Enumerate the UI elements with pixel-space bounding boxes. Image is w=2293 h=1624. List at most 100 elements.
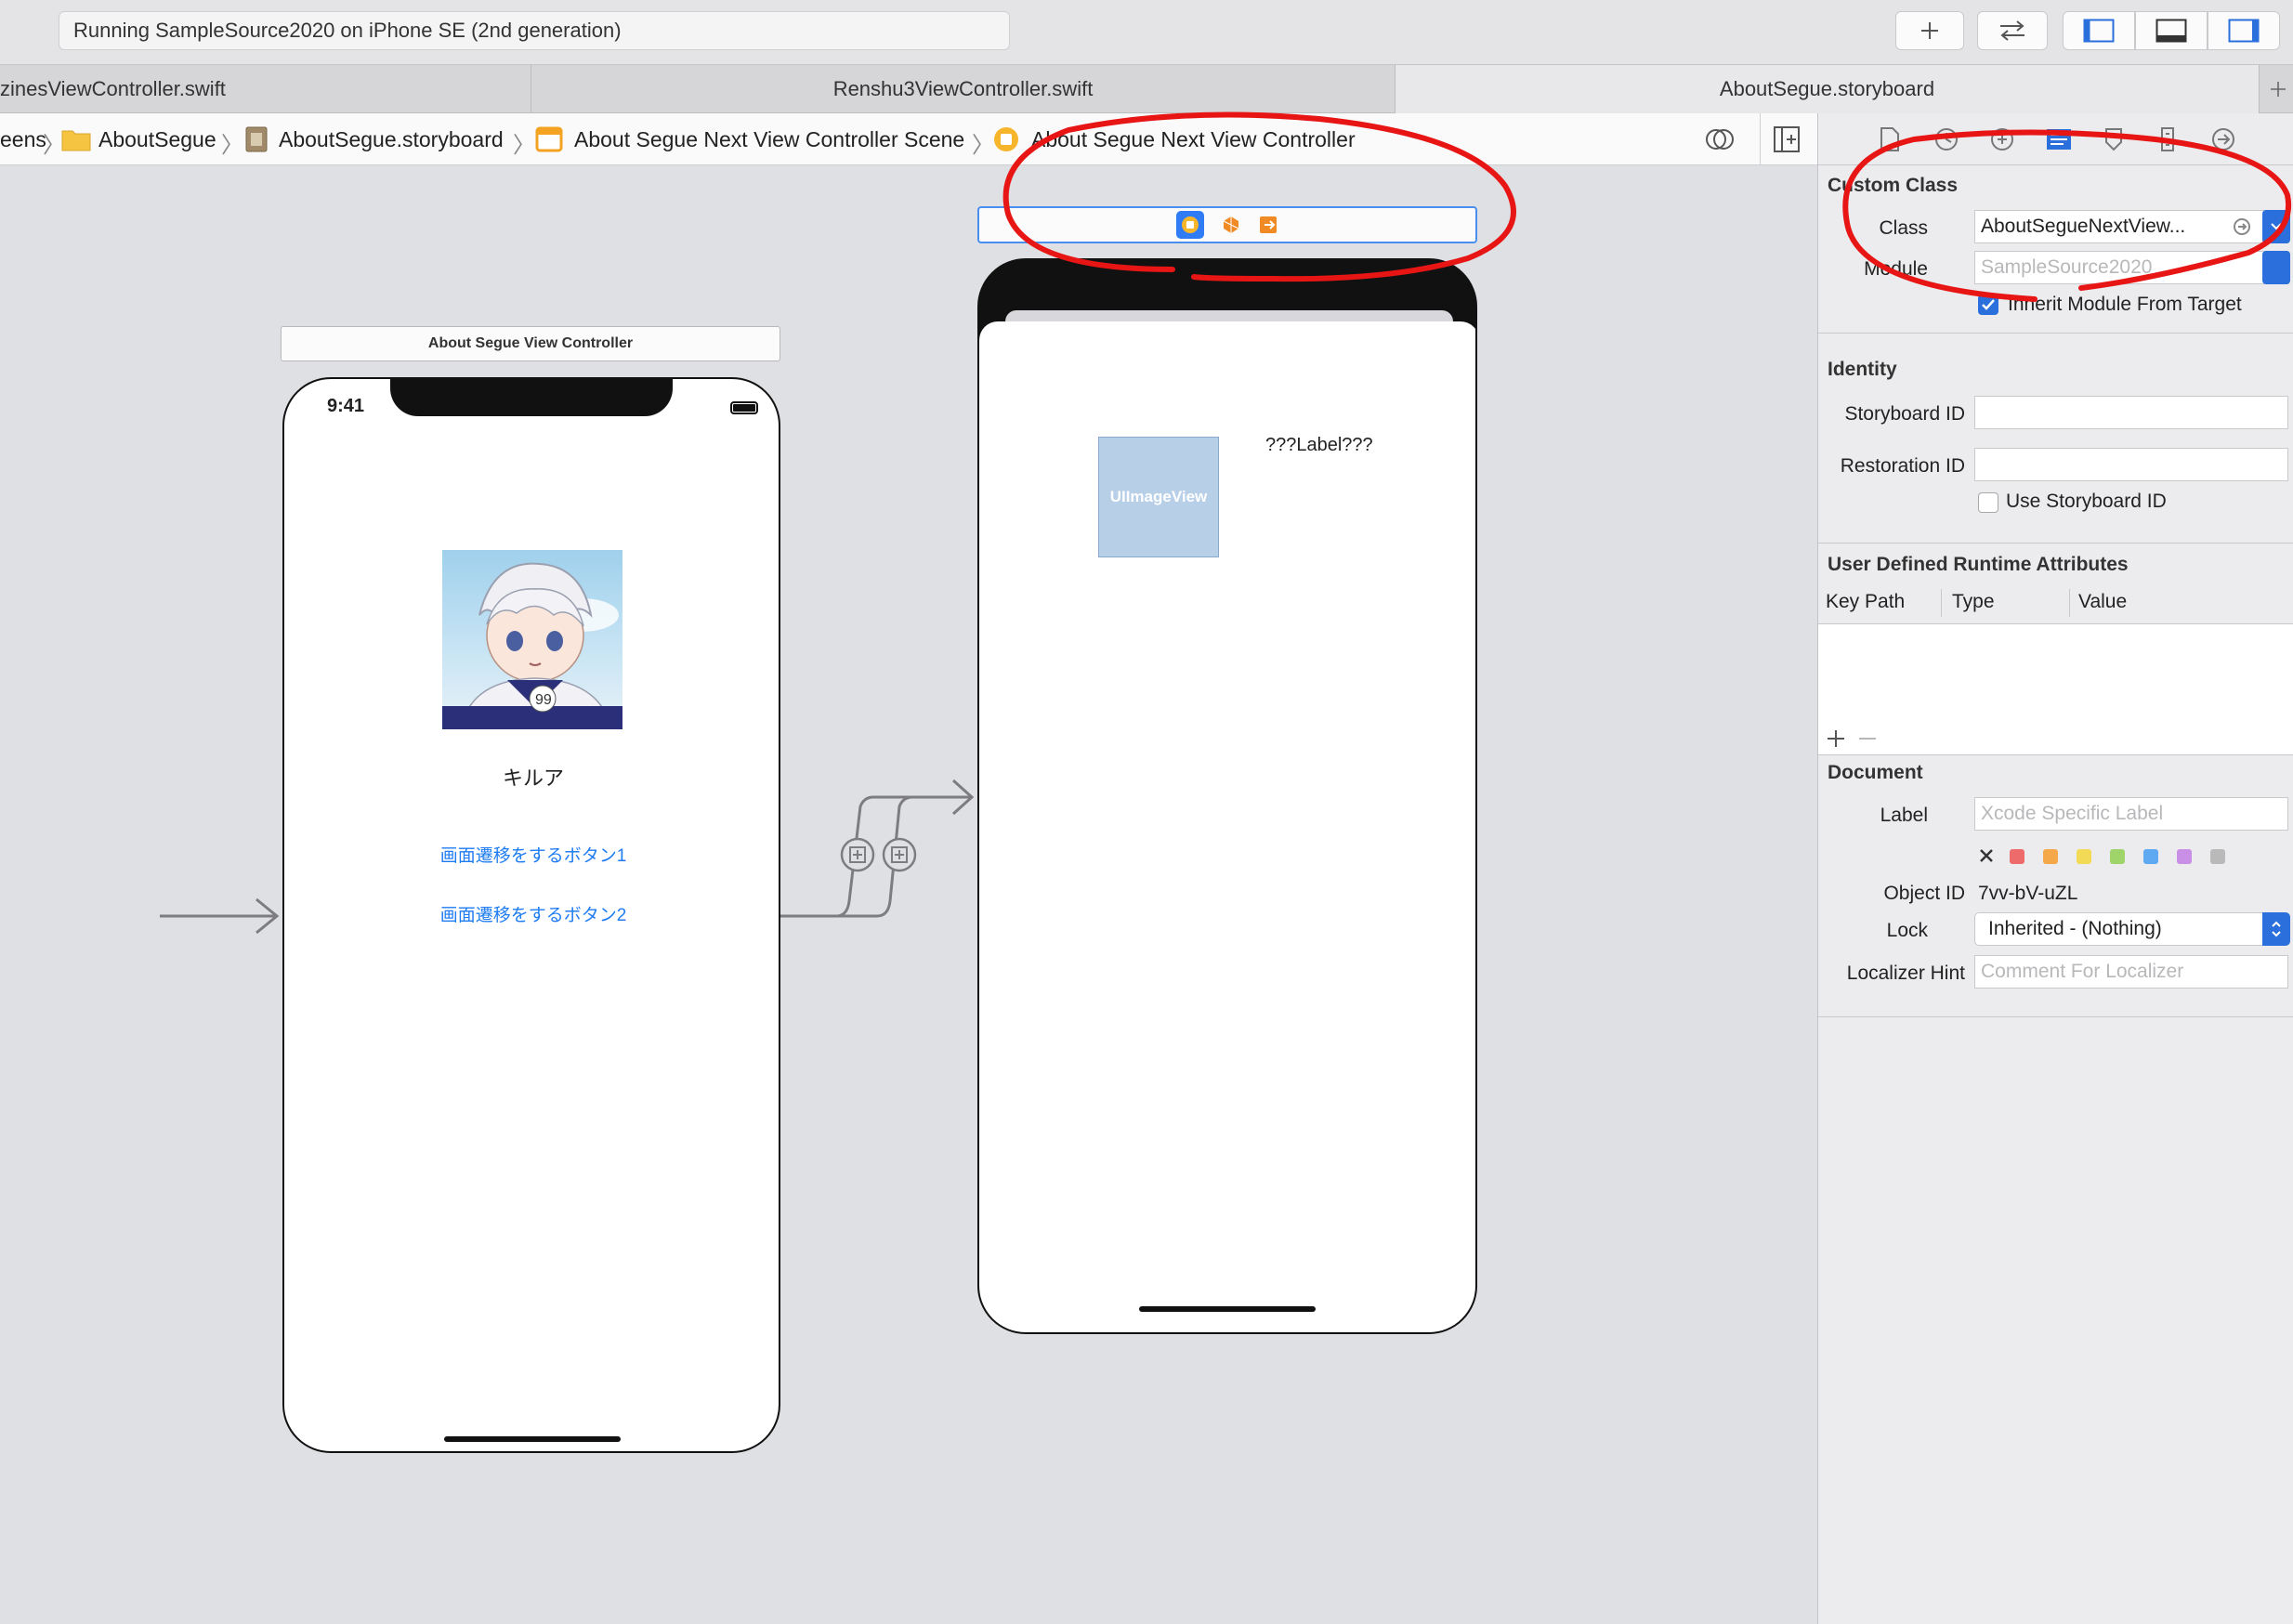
- breadcrumb-label: About Segue Next View Controller: [1031, 127, 1356, 151]
- toggle-debug-area-button[interactable]: [2135, 11, 2208, 50]
- use-storyboard-id-label: Use Storyboard ID: [2006, 491, 2167, 512]
- breadcrumb-storyboard[interactable]: AboutSegue.storyboard: [245, 113, 504, 165]
- debug-panel-icon: [2155, 19, 2187, 43]
- tab-magazines-swift[interactable]: zinesViewController.swift: [0, 65, 531, 113]
- add-library-button[interactable]: [1895, 11, 1964, 50]
- tab-aboutsegue-storyboard[interactable]: AboutSegue.storyboard: [1395, 65, 2260, 113]
- section-title-custom-class: Custom Class: [1828, 175, 1959, 196]
- segue-icon[interactable]: [840, 837, 875, 872]
- main-toolbar: Running SampleSource2020 on iPhone SE (2…: [0, 0, 2293, 65]
- navigator-panel-icon: [2083, 19, 2115, 43]
- history-icon[interactable]: [1933, 126, 1959, 152]
- toggle-navigator-button[interactable]: [2063, 11, 2135, 50]
- label-color-swatch[interactable]: [2210, 849, 2225, 864]
- breadcrumb-group[interactable]: eens: [0, 113, 46, 165]
- runtime-attributes-header: Key Path Type Value: [1818, 582, 2293, 624]
- tab-renshu3-swift[interactable]: Renshu3ViewController.swift: [531, 65, 1395, 113]
- overlapping-circles-icon: [1706, 129, 1734, 150]
- xcode-label-placeholder: Xcode Specific Label: [1981, 803, 2164, 824]
- object-id-value: 7vv-bV-uZL: [1978, 883, 2078, 904]
- segue-connections: [160, 779, 975, 935]
- inherit-module-label: Inherit Module From Target: [2008, 294, 2242, 315]
- identity-inspector-icon[interactable]: [2045, 126, 2073, 152]
- attributes-inspector-icon[interactable]: [2103, 126, 2125, 152]
- scene-icon: [535, 126, 563, 152]
- quick-help-icon[interactable]: [1989, 126, 2015, 152]
- view-controller-icon: [994, 127, 1018, 151]
- chevron-right-icon: 〉: [972, 133, 994, 158]
- class-dropdown-button[interactable]: [2262, 210, 2290, 243]
- breadcrumb-label: AboutSegue: [98, 127, 216, 151]
- checkmark-icon: [1982, 299, 1995, 310]
- xcode-label-field[interactable]: Xcode Specific Label: [1974, 797, 2288, 831]
- add-editor-button[interactable]: [1773, 125, 1801, 159]
- swap-arrows-icon: [2000, 20, 2024, 41]
- chevron-down-icon: [2271, 223, 2282, 230]
- new-tab-button[interactable]: [2263, 65, 2293, 113]
- inherit-module-checkbox[interactable]: [1978, 295, 1998, 315]
- divider: [1818, 1016, 2293, 1017]
- object-id-label: Object ID: [1883, 883, 1965, 904]
- restoration-id-field[interactable]: [1974, 448, 2288, 481]
- column-header-value[interactable]: Value: [2078, 591, 2127, 613]
- localizer-hint-field[interactable]: Comment For Localizer: [1974, 955, 2288, 989]
- label-color-swatch[interactable]: [2110, 849, 2125, 864]
- tab-label: AboutSegue.storyboard: [1719, 77, 1935, 100]
- runtime-attributes-footer: [1818, 721, 2293, 754]
- localizer-hint-label: Localizer Hint: [1846, 963, 1965, 984]
- label-color-swatch[interactable]: [2143, 849, 2158, 864]
- section-title-identity: Identity: [1828, 359, 1897, 380]
- file-inspector-icon[interactable]: [1880, 126, 1900, 152]
- lock-label: Lock: [1886, 920, 1928, 941]
- tab-label: zinesViewController.swift: [0, 77, 226, 100]
- segue-icon[interactable]: [882, 837, 917, 872]
- size-inspector-icon[interactable]: [2158, 126, 2177, 152]
- folder-icon: [61, 130, 91, 151]
- lock-popup[interactable]: Inherited - (Nothing): [1974, 912, 2288, 946]
- swap-editor-button[interactable]: [1977, 11, 2048, 50]
- module-dropdown-button[interactable]: [2262, 251, 2290, 284]
- arrow-circle-right-icon[interactable]: [2233, 217, 2251, 236]
- minus-icon[interactable]: [1857, 728, 1878, 749]
- related-items-button[interactable]: [1704, 125, 1736, 159]
- breadcrumb-scene[interactable]: About Segue Next View Controller Scene: [535, 113, 964, 165]
- toggle-inspector-button[interactable]: [2208, 11, 2280, 50]
- localizer-hint-placeholder: Comment For Localizer: [1981, 961, 2184, 982]
- chevron-right-icon: 〉: [221, 133, 243, 158]
- column-header-key-path[interactable]: Key Path: [1826, 591, 1905, 613]
- class-value: AboutSegueNextView...: [1981, 216, 2186, 237]
- plus-icon[interactable]: [1826, 728, 1846, 749]
- chevron-right-icon: 〉: [513, 133, 535, 158]
- label-color-swatch[interactable]: [2010, 849, 2024, 864]
- storyboard-canvas[interactable]: About Segue View Controller 9:41 99 キルア …: [0, 165, 1817, 1624]
- chevron-updown-icon: [2272, 921, 2281, 937]
- lock-stepper[interactable]: [2262, 912, 2290, 946]
- doc-label-label: Label: [1880, 805, 1928, 826]
- clear-color-icon[interactable]: [1978, 847, 1995, 864]
- plus-icon: [2271, 82, 2286, 97]
- module-field[interactable]: SampleSource2020: [1974, 251, 2288, 284]
- label-color-swatch[interactable]: [2177, 849, 2192, 864]
- label-color-swatch[interactable]: [2077, 849, 2091, 864]
- breadcrumb-view-controller[interactable]: About Segue Next View Controller: [992, 113, 1356, 165]
- storyboard-file-icon: [245, 126, 268, 152]
- activity-status-field: Running SampleSource2020 on iPhone SE (2…: [59, 11, 1010, 50]
- plus-icon: [1921, 22, 1938, 39]
- breadcrumb-label: eens: [0, 127, 46, 151]
- section-title-runtime-attributes: User Defined Runtime Attributes: [1828, 554, 2129, 575]
- editor-tab-bar: zinesViewController.swift Renshu3ViewCon…: [0, 65, 2293, 113]
- restoration-id-label: Restoration ID: [1840, 455, 1965, 477]
- inspector-tabs: [1818, 113, 2293, 165]
- section-title-document: Document: [1828, 762, 1923, 783]
- inspector-panel-icon: [2228, 19, 2260, 43]
- connections-inspector-icon[interactable]: [2210, 126, 2236, 152]
- label-color-swatch[interactable]: [2043, 849, 2058, 864]
- module-placeholder: SampleSource2020: [1981, 256, 2153, 278]
- breadcrumb-folder[interactable]: AboutSegue: [61, 113, 216, 165]
- use-storyboard-id-checkbox[interactable]: [1978, 492, 1998, 513]
- storyboard-id-field[interactable]: [1974, 396, 2288, 429]
- lock-value: Inherited - (Nothing): [1988, 918, 2162, 939]
- column-header-type[interactable]: Type: [1952, 591, 1995, 613]
- identity-inspector: Custom Class Class AboutSegueNextView...…: [1817, 113, 2293, 1624]
- divider: [1818, 754, 2293, 755]
